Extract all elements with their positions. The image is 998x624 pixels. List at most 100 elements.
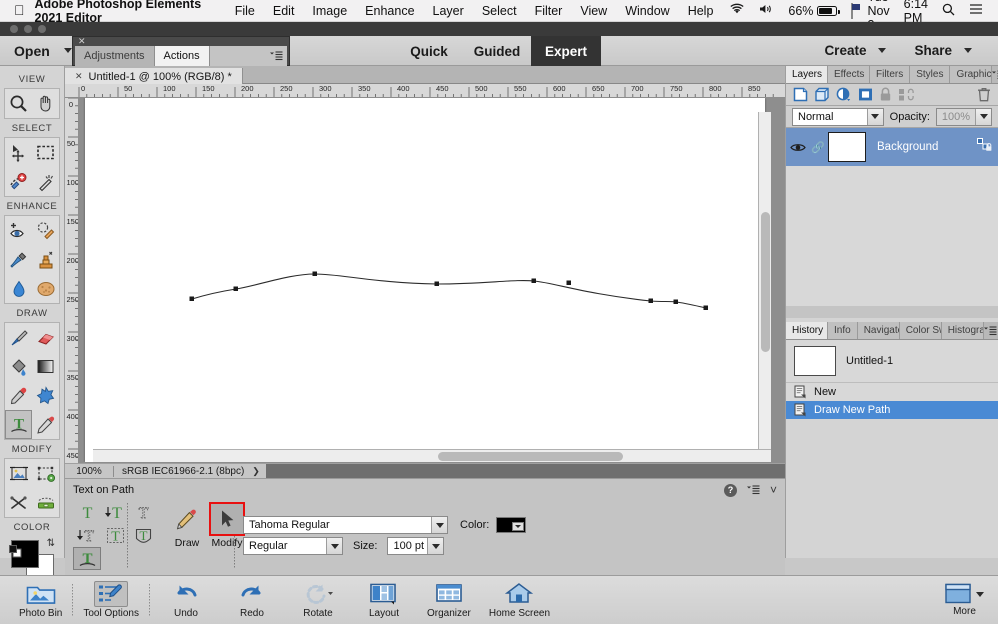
- tab-histogram[interactable]: Histogram: [941, 322, 984, 339]
- zoom-level[interactable]: 100%: [65, 466, 113, 477]
- wifi-icon[interactable]: [722, 3, 752, 18]
- chevron-down-icon[interactable]: [512, 522, 525, 531]
- chevron-down-icon[interactable]: [975, 108, 991, 125]
- hand-tool[interactable]: [32, 89, 59, 118]
- blur-tool[interactable]: [5, 274, 32, 303]
- tool-options-button[interactable]: Tool Options: [76, 578, 146, 623]
- text-color-swatch[interactable]: [496, 517, 527, 533]
- custom-shape-tool[interactable]: [32, 381, 59, 410]
- magic-wand-tool[interactable]: [32, 167, 59, 196]
- window-close-button[interactable]: [10, 25, 18, 33]
- smart-brush-tool[interactable]: [5, 245, 32, 274]
- menu-image[interactable]: Image: [303, 4, 356, 18]
- apple-icon[interactable]: : [0, 3, 35, 17]
- battery-status[interactable]: 66%: [781, 4, 844, 18]
- vertical-type-mask-tool[interactable]: T: [73, 524, 101, 547]
- tab-navigator[interactable]: Navigator: [857, 322, 900, 339]
- lock-layer-icon[interactable]: [977, 137, 992, 157]
- draw-mode-button[interactable]: Draw: [169, 502, 205, 549]
- tab-layers[interactable]: Layers: [786, 66, 828, 83]
- history-source-row[interactable]: Untitled-1: [786, 340, 998, 383]
- tab-color-swatches[interactable]: Color Swatches: [899, 322, 942, 339]
- help-icon[interactable]: ?: [723, 483, 737, 497]
- spot-healing-brush-tool[interactable]: [32, 216, 59, 245]
- layout-button[interactable]: Layout: [351, 578, 417, 623]
- color-picker-tool[interactable]: [5, 381, 32, 410]
- chain-link-icon[interactable]: 🔗: [811, 141, 825, 154]
- chevron-down-icon[interactable]: [866, 108, 883, 125]
- panel-menu-icon[interactable]: [270, 51, 283, 61]
- close-icon[interactable]: ✕: [73, 37, 289, 46]
- more-button[interactable]: More: [945, 583, 998, 617]
- close-icon[interactable]: ✕: [75, 71, 83, 82]
- tab-filters[interactable]: Filters: [870, 66, 911, 83]
- window-maximize-button[interactable]: [38, 25, 46, 33]
- create-group-button[interactable]: [814, 87, 830, 102]
- layer-row-background[interactable]: 🔗 Background: [786, 128, 998, 166]
- gradient-tool[interactable]: [32, 352, 59, 381]
- tab-adjustments[interactable]: Adjustments: [75, 46, 155, 66]
- adjustment-layer-button[interactable]: [836, 87, 852, 102]
- menu-layer[interactable]: Layer: [424, 4, 473, 18]
- blend-mode-select[interactable]: Normal: [792, 107, 884, 126]
- canvas-vertical-scrollbar[interactable]: [758, 112, 771, 462]
- volume-icon[interactable]: [752, 3, 781, 18]
- move-tool[interactable]: [5, 138, 32, 167]
- redo-button[interactable]: Redo: [219, 578, 285, 623]
- chevron-down-icon[interactable]: [326, 538, 342, 554]
- menu-file[interactable]: File: [226, 4, 264, 18]
- eye-icon[interactable]: [790, 142, 806, 153]
- text-on-selection-tool[interactable]: T: [101, 524, 129, 547]
- pencil-tool[interactable]: [32, 410, 59, 439]
- panel-menu-icon[interactable]: [746, 485, 760, 495]
- default-colors-icon[interactable]: [9, 545, 22, 558]
- menu-edit[interactable]: Edit: [264, 4, 304, 18]
- menu-window[interactable]: Window: [616, 4, 678, 18]
- layer-mask-button[interactable]: [858, 87, 873, 102]
- menu-help[interactable]: Help: [679, 4, 723, 18]
- menu-filter[interactable]: Filter: [526, 4, 572, 18]
- drawn-path[interactable]: [85, 98, 765, 462]
- organizer-button[interactable]: Organizer: [417, 578, 481, 623]
- clone-stamp-tool[interactable]: [32, 245, 59, 274]
- artboard[interactable]: [85, 98, 765, 462]
- sponge-tool[interactable]: [32, 274, 59, 303]
- opacity-field[interactable]: 100%: [936, 107, 992, 126]
- vertical-type-tool[interactable]: T: [101, 501, 129, 524]
- tab-expert[interactable]: Expert: [531, 36, 601, 66]
- image-canvas[interactable]: [79, 98, 771, 462]
- us-flag-icon[interactable]: [844, 2, 861, 19]
- tab-info[interactable]: Info: [828, 322, 858, 339]
- quick-selection-tool[interactable]: [5, 167, 32, 196]
- spotlight-search-icon[interactable]: [935, 3, 962, 19]
- paint-bucket-tool[interactable]: [5, 352, 32, 381]
- swap-colors-icon[interactable]: ⇅: [47, 538, 55, 549]
- photo-bin-button[interactable]: Photo Bin: [12, 578, 69, 623]
- red-eye-removal-tool[interactable]: [5, 216, 32, 245]
- content-aware-move-tool[interactable]: [5, 488, 32, 517]
- rotate-button[interactable]: Rotate: [285, 578, 351, 623]
- tab-styles[interactable]: Styles: [910, 66, 951, 83]
- home-screen-button[interactable]: Home Screen: [481, 578, 558, 623]
- type-tool[interactable]: T: [5, 410, 32, 439]
- delete-layer-button[interactable]: [977, 87, 991, 102]
- font-family-select[interactable]: Tahoma Regular: [243, 516, 448, 534]
- tab-graphics[interactable]: Graphics: [950, 66, 993, 83]
- modify-mode-button[interactable]: Modify: [209, 502, 245, 549]
- canvas-horizontal-scrollbar[interactable]: [93, 449, 771, 462]
- tab-actions[interactable]: Actions: [154, 46, 210, 66]
- layer-name[interactable]: Background: [877, 141, 972, 153]
- menu-select[interactable]: Select: [473, 4, 526, 18]
- text-on-custom-path-tool[interactable]: T: [73, 547, 101, 570]
- menubar-time[interactable]: 6:14 PM: [897, 0, 935, 25]
- scrollbar-thumb[interactable]: [438, 452, 623, 461]
- horizontal-type-mask-tool[interactable]: T: [129, 501, 157, 524]
- chevron-down-icon[interactable]: ˅: [770, 483, 777, 497]
- layer-thumbnail[interactable]: [828, 132, 866, 162]
- scrollbar-thumb[interactable]: [761, 212, 770, 352]
- menu-view[interactable]: View: [571, 4, 616, 18]
- control-center-icon[interactable]: [962, 3, 990, 18]
- crop-tool[interactable]: [5, 459, 32, 488]
- create-button[interactable]: Create: [810, 43, 900, 58]
- lock-all-button[interactable]: [879, 87, 892, 102]
